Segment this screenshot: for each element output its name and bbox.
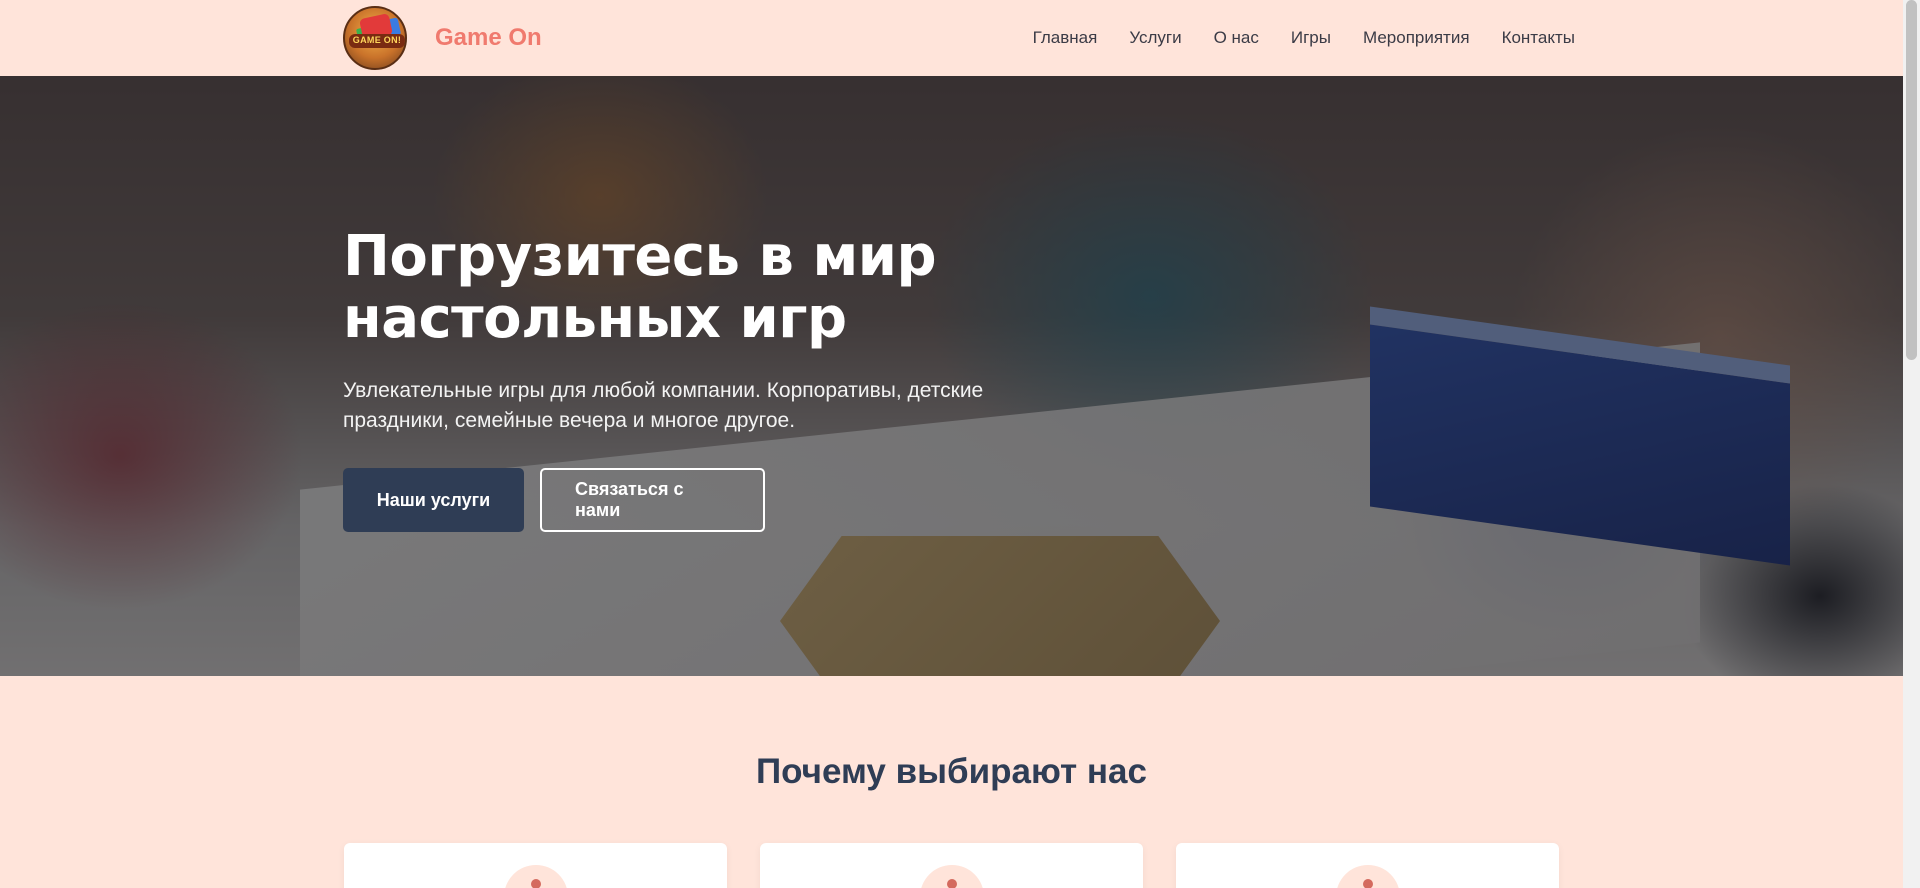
hero-content: Погрузитесь в мир настольных игр Увлекат… — [343, 226, 1063, 532]
feature-cards — [344, 843, 1559, 888]
nav-item-events[interactable]: Мероприятия — [1363, 28, 1470, 48]
why-us-title: Почему выбирают нас — [756, 752, 1147, 791]
brand-link[interactable]: GAME ON! Game On — [343, 6, 542, 70]
hero-buttons: Наши услуги Связаться с нами — [343, 468, 1063, 532]
hero-subtitle: Увлекательные игры для любой компании. К… — [343, 379, 984, 432]
feature-card — [344, 843, 727, 888]
page-scrollbar[interactable] — [1903, 0, 1920, 888]
hero-section: Погрузитесь в мир настольных игр Увлекат… — [0, 76, 1903, 676]
logo-icon[interactable]: GAME ON! — [343, 6, 407, 70]
hero-title: Погрузитесь в мир настольных игр — [343, 226, 1063, 350]
our-services-button[interactable]: Наши услуги — [343, 468, 524, 532]
nav-item-services[interactable]: Услуги — [1129, 28, 1181, 48]
contact-us-button[interactable]: Связаться с нами — [540, 468, 765, 532]
feature-card — [760, 843, 1143, 888]
nav-item-contacts[interactable]: Контакты — [1502, 28, 1575, 48]
nav-item-home[interactable]: Главная — [1033, 28, 1098, 48]
feature-icon — [920, 865, 984, 888]
feature-icon — [504, 865, 568, 888]
feature-icon — [1336, 865, 1400, 888]
main-nav: Главная Услуги О нас Игры Мероприятия Ко… — [1033, 28, 1575, 48]
logo-text: GAME ON! — [352, 35, 402, 45]
header-container: GAME ON! Game On Главная Услуги О нас Иг… — [343, 6, 1575, 70]
nav-item-games[interactable]: Игры — [1291, 28, 1331, 48]
brand-name[interactable]: Game On — [435, 24, 542, 52]
feature-card — [1176, 843, 1559, 888]
site-header: GAME ON! Game On Главная Услуги О нас Иг… — [0, 0, 1903, 76]
nav-item-about[interactable]: О нас — [1214, 28, 1259, 48]
hero-title-line-1: Погрузитесь в мир — [343, 224, 937, 289]
hero-title-line-2: настольных игр — [343, 286, 847, 351]
scrollbar-thumb[interactable] — [1906, 0, 1917, 360]
